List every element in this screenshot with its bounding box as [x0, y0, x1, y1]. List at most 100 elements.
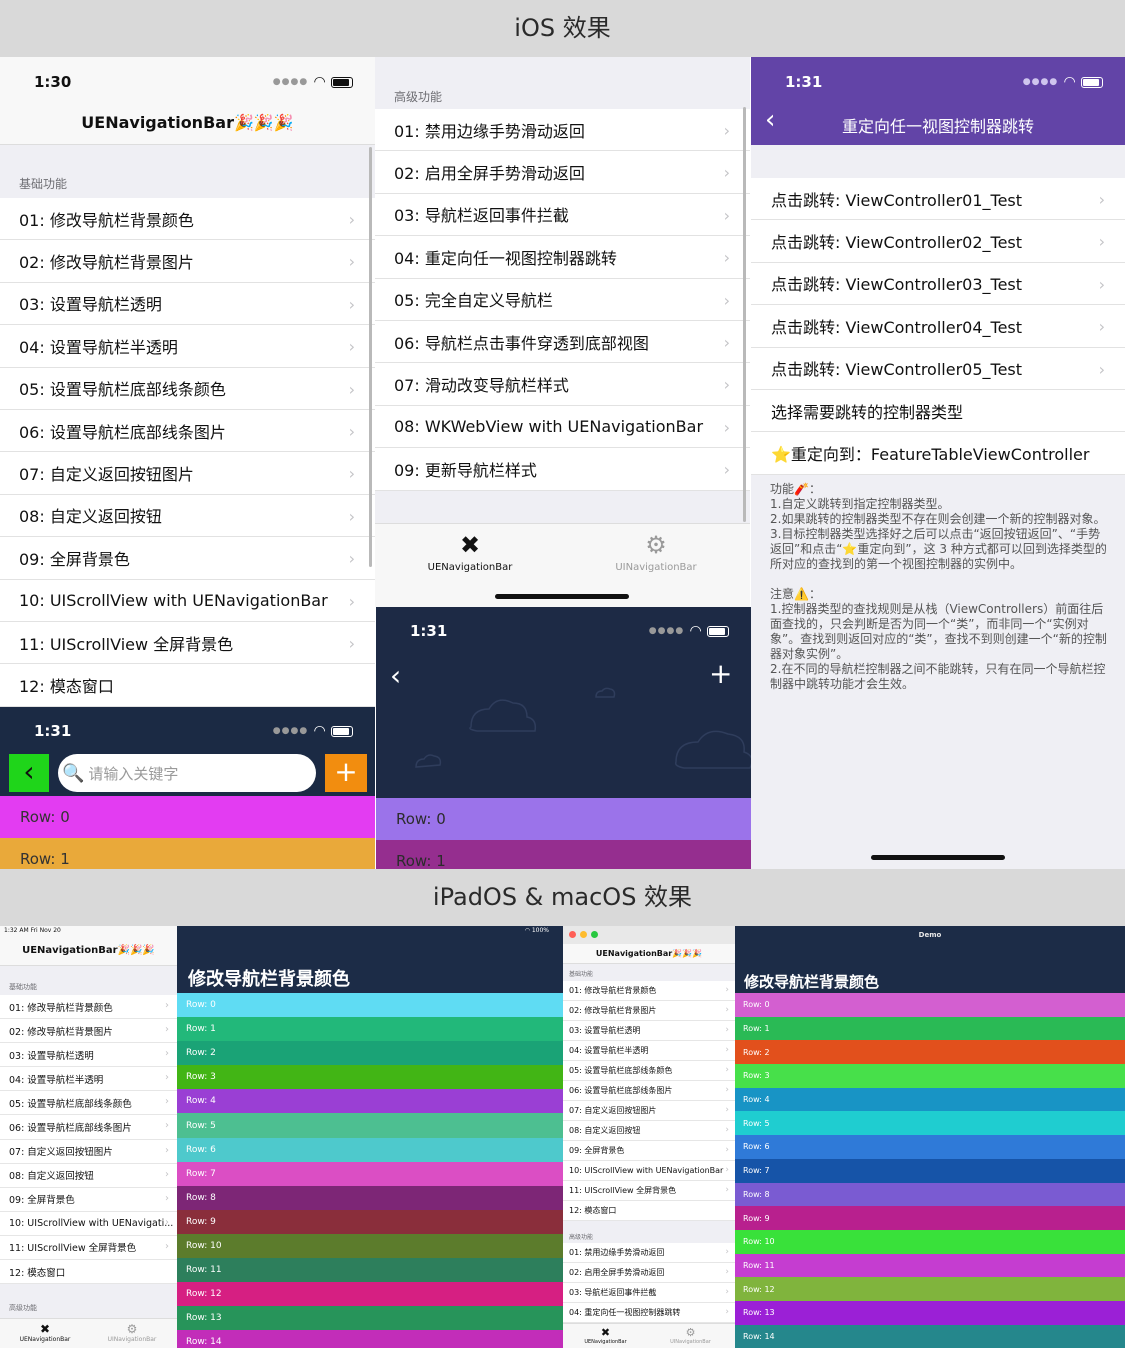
- table-row[interactable]: Row: 2: [735, 1040, 1125, 1065]
- list-item[interactable]: 12: 模态窗口: [0, 664, 375, 707]
- scrollbar[interactable]: [369, 147, 372, 567]
- list-item[interactable]: 06: 导航栏点击事件穿透到底部视图 ›: [375, 320, 750, 364]
- list-item[interactable]: 09: 全屏背景色 ›: [0, 1187, 177, 1212]
- list-item[interactable]: 08: 自定义返回按钮 ›: [563, 1121, 735, 1141]
- list-item[interactable]: 01: 修改导航栏背景颜色 ›: [0, 995, 177, 1020]
- table-row[interactable]: Row: 4: [735, 1087, 1125, 1112]
- table-row[interactable]: Row: 4: [177, 1089, 563, 1114]
- list-item[interactable]: 06: 设置导航栏底部线条图片 ›: [563, 1081, 735, 1101]
- table-row[interactable]: Row: 2: [177, 1041, 563, 1066]
- list-item[interactable]: 03: 导航栏返回事件拦截 ›: [375, 193, 750, 237]
- table-row[interactable]: Row: 9: [177, 1209, 563, 1234]
- list-item[interactable]: 01: 禁用边缘手势滑动返回 ›: [563, 1243, 735, 1263]
- select-type-row[interactable]: 选择需要跳转的控制器类型: [751, 389, 1125, 433]
- list-item[interactable]: 10: UIScrollView with UENavigationBar ›: [563, 1161, 735, 1181]
- list-item[interactable]: 12: 模态窗口: [563, 1201, 735, 1221]
- table-row[interactable]: Row: 1: [735, 1016, 1125, 1041]
- list-item[interactable]: 01: 修改导航栏背景颜色 ›: [0, 198, 375, 241]
- list-item[interactable]: 点击跳转: ViewController03_Test ›: [751, 262, 1125, 306]
- table-row[interactable]: Row: 6: [735, 1135, 1125, 1159]
- list-item[interactable]: 02: 启用全屏手势滑动返回 ›: [375, 151, 750, 194]
- list-item[interactable]: 05: 设置导航栏底部线条颜色 ›: [0, 1091, 177, 1116]
- tab-uenavigationbar[interactable]: ✖ UENavigationBar: [415, 532, 525, 573]
- list-item[interactable]: 03: 导航栏返回事件拦截 ›: [563, 1283, 735, 1303]
- list-item[interactable]: 11: UIScrollView 全屏背景色 ›: [563, 1181, 735, 1201]
- list-item[interactable]: 06: 设置导航栏底部线条图片 ›: [0, 409, 375, 453]
- redirect-row[interactable]: ⭐重定向到：FeatureTableViewController: [751, 432, 1125, 475]
- list-item[interactable]: 10: UIScrollView with UENavigati... ›: [0, 1211, 177, 1236]
- table-row[interactable]: Row: 11: [177, 1258, 563, 1283]
- list-item[interactable]: 03: 设置导航栏透明 ›: [563, 1021, 735, 1041]
- list-item[interactable]: 点击跳转: ViewController02_Test ›: [751, 220, 1125, 263]
- list-item[interactable]: 02: 修改导航栏背景图片 ›: [563, 1001, 735, 1021]
- tab-uenavigationbar[interactable]: ✖ UENavigationBar: [10, 1322, 80, 1343]
- list-item[interactable]: 07: 自定义返回按钮图片 ›: [0, 1139, 177, 1164]
- search-field[interactable]: 🔍 请输入关键字: [58, 754, 316, 792]
- list-item[interactable]: 07: 自定义返回按钮图片 ›: [563, 1101, 735, 1121]
- table-row[interactable]: Row: 14: [177, 1330, 563, 1348]
- tab-uinavigationbar[interactable]: ⚙ UINavigationBar: [97, 1322, 167, 1343]
- add-button[interactable]: +: [325, 754, 367, 792]
- table-row[interactable]: Row: 3: [735, 1064, 1125, 1088]
- list-item[interactable]: 01: 修改导航栏背景颜色 ›: [563, 981, 735, 1001]
- table-row[interactable]: Row: 10: [177, 1233, 563, 1259]
- list-item[interactable]: 08: 自定义返回按钮 ›: [0, 1163, 177, 1188]
- list-item[interactable]: 04: 设置导航栏半透明 ›: [0, 1067, 177, 1092]
- table-row[interactable]: Row: 12: [177, 1282, 563, 1307]
- table-row[interactable]: Row: 7: [177, 1161, 563, 1186]
- table-row[interactable]: Row: 5: [177, 1113, 563, 1138]
- list-item[interactable]: 10: UIScrollView with UENavigationBar ›: [0, 579, 375, 622]
- table-row[interactable]: Row: 13: [735, 1300, 1125, 1325]
- table-row[interactable]: Row: 8: [177, 1185, 563, 1210]
- list-item[interactable]: 08: WKWebView with UENavigationBar ›: [375, 405, 750, 449]
- close-button[interactable]: [569, 931, 576, 938]
- table-row[interactable]: Row: 0: [0, 796, 375, 838]
- list-item[interactable]: 02: 修改导航栏背景图片 ›: [0, 1019, 177, 1044]
- tab-uinavigationbar[interactable]: ⚙ UINavigationBar: [601, 532, 711, 573]
- list-item[interactable]: 03: 设置导航栏透明 ›: [0, 1043, 177, 1068]
- list-item[interactable]: 点击跳转: ViewController05_Test ›: [751, 347, 1125, 390]
- list-item[interactable]: 04: 重定向任一视图控制器跳转 ›: [563, 1303, 735, 1323]
- table-row[interactable]: Row: 0: [735, 993, 1125, 1017]
- list-item[interactable]: 05: 设置导航栏底部线条颜色 ›: [0, 367, 375, 410]
- list-item[interactable]: 02: 修改导航栏背景图片 ›: [0, 240, 375, 283]
- tab-uenavigationbar[interactable]: ✖ UENavigationBar: [573, 1326, 638, 1345]
- list-item[interactable]: 04: 重定向任一视图控制器跳转 ›: [375, 236, 750, 279]
- table-row[interactable]: Row: 6: [177, 1137, 563, 1162]
- list-item[interactable]: 07: 滑动改变导航栏样式 ›: [375, 363, 750, 406]
- list-item[interactable]: 09: 全屏背景色 ›: [563, 1141, 735, 1161]
- table-row[interactable]: Row: 14: [735, 1324, 1125, 1348]
- list-item[interactable]: 11: UIScrollView 全屏背景色 ›: [0, 621, 375, 665]
- table-row[interactable]: Row: 11: [735, 1253, 1125, 1278]
- back-button[interactable]: ‹: [9, 754, 49, 792]
- list-item[interactable]: 09: 全屏背景色 ›: [0, 537, 375, 580]
- list-item[interactable]: 04: 设置导航栏半透明 ›: [0, 325, 375, 368]
- list-item[interactable]: 03: 设置导航栏透明 ›: [0, 282, 375, 326]
- list-item[interactable]: 05: 完全自定义导航栏 ›: [375, 278, 750, 321]
- zoom-button[interactable]: [591, 931, 598, 938]
- table-row[interactable]: Row: 0: [177, 993, 563, 1018]
- list-item[interactable]: 01: 禁用边缘手势滑动返回 ›: [375, 109, 750, 152]
- table-row[interactable]: Row: 13: [177, 1306, 563, 1331]
- list-item[interactable]: 02: 启用全屏手势滑动返回 ›: [563, 1263, 735, 1283]
- table-row[interactable]: Row: 3: [177, 1065, 563, 1090]
- table-row[interactable]: Row: 8: [735, 1182, 1125, 1207]
- table-row[interactable]: Row: 1: [0, 838, 375, 869]
- table-row[interactable]: Row: 9: [735, 1206, 1125, 1230]
- list-item[interactable]: 12: 模态窗口: [0, 1260, 177, 1285]
- table-row[interactable]: Row: 0: [376, 798, 751, 840]
- list-item[interactable]: 08: 自定义返回按钮 ›: [0, 494, 375, 538]
- list-item[interactable]: 11: UIScrollView 全屏背景色 ›: [0, 1235, 177, 1261]
- table-row[interactable]: Row: 7: [735, 1158, 1125, 1183]
- tab-uinavigationbar[interactable]: ⚙ UINavigationBar: [658, 1326, 723, 1345]
- table-row[interactable]: Row: 10: [735, 1229, 1125, 1254]
- table-row[interactable]: Row: 5: [735, 1111, 1125, 1136]
- table-row[interactable]: Row: 12: [735, 1277, 1125, 1301]
- add-button[interactable]: +: [709, 657, 732, 690]
- list-item[interactable]: 06: 设置导航栏底部线条图片 ›: [0, 1115, 177, 1140]
- list-item[interactable]: 05: 设置导航栏底部线条颜色 ›: [563, 1061, 735, 1081]
- list-item[interactable]: 点击跳转: ViewController04_Test ›: [751, 305, 1125, 348]
- list-item[interactable]: 07: 自定义返回按钮图片 ›: [0, 452, 375, 495]
- back-button[interactable]: ‹: [390, 659, 401, 692]
- list-item[interactable]: 09: 更新导航栏样式 ›: [375, 448, 750, 491]
